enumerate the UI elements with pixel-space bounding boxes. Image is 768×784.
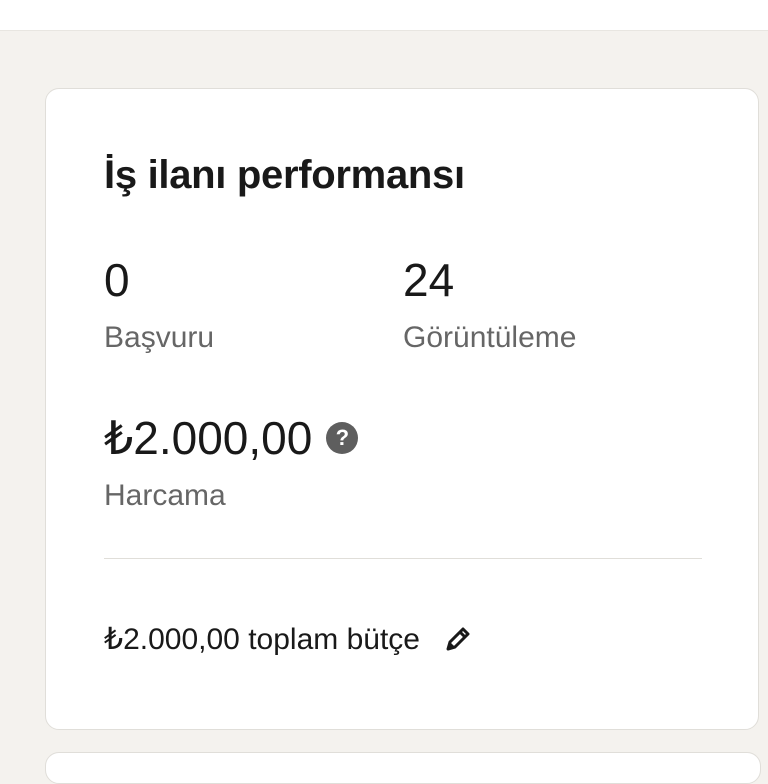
divider xyxy=(104,558,702,559)
total-budget-row: ₺2.000,00 toplam bütçe xyxy=(104,619,478,659)
metric-views: 24 Görüntüleme xyxy=(403,257,576,353)
views-value: 24 xyxy=(403,254,455,306)
applications-value: 0 xyxy=(104,254,130,306)
views-label: Görüntüleme xyxy=(403,321,577,354)
card-title: İş ilanı performansı xyxy=(104,153,465,197)
pencil-icon xyxy=(446,627,470,651)
applications-label: Başvuru xyxy=(104,321,215,354)
spend-label: Harcama xyxy=(104,479,226,512)
spend-value-row: ₺2.000,00 ? xyxy=(104,412,359,464)
metric-spend: ₺2.000,00 ? Harcama xyxy=(104,412,359,512)
spend-value: ₺2.000,00 xyxy=(104,412,313,464)
job-performance-card: İş ilanı performansı 0 Başvuru 24 Görünt… xyxy=(45,88,759,730)
help-icon[interactable]: ? xyxy=(326,422,359,454)
edit-budget-button[interactable] xyxy=(438,619,478,659)
next-card-edge xyxy=(45,752,761,784)
metric-applications: 0 Başvuru xyxy=(104,257,214,353)
total-budget-text: ₺2.000,00 toplam bütçe xyxy=(104,622,420,656)
top-bar xyxy=(0,0,768,31)
